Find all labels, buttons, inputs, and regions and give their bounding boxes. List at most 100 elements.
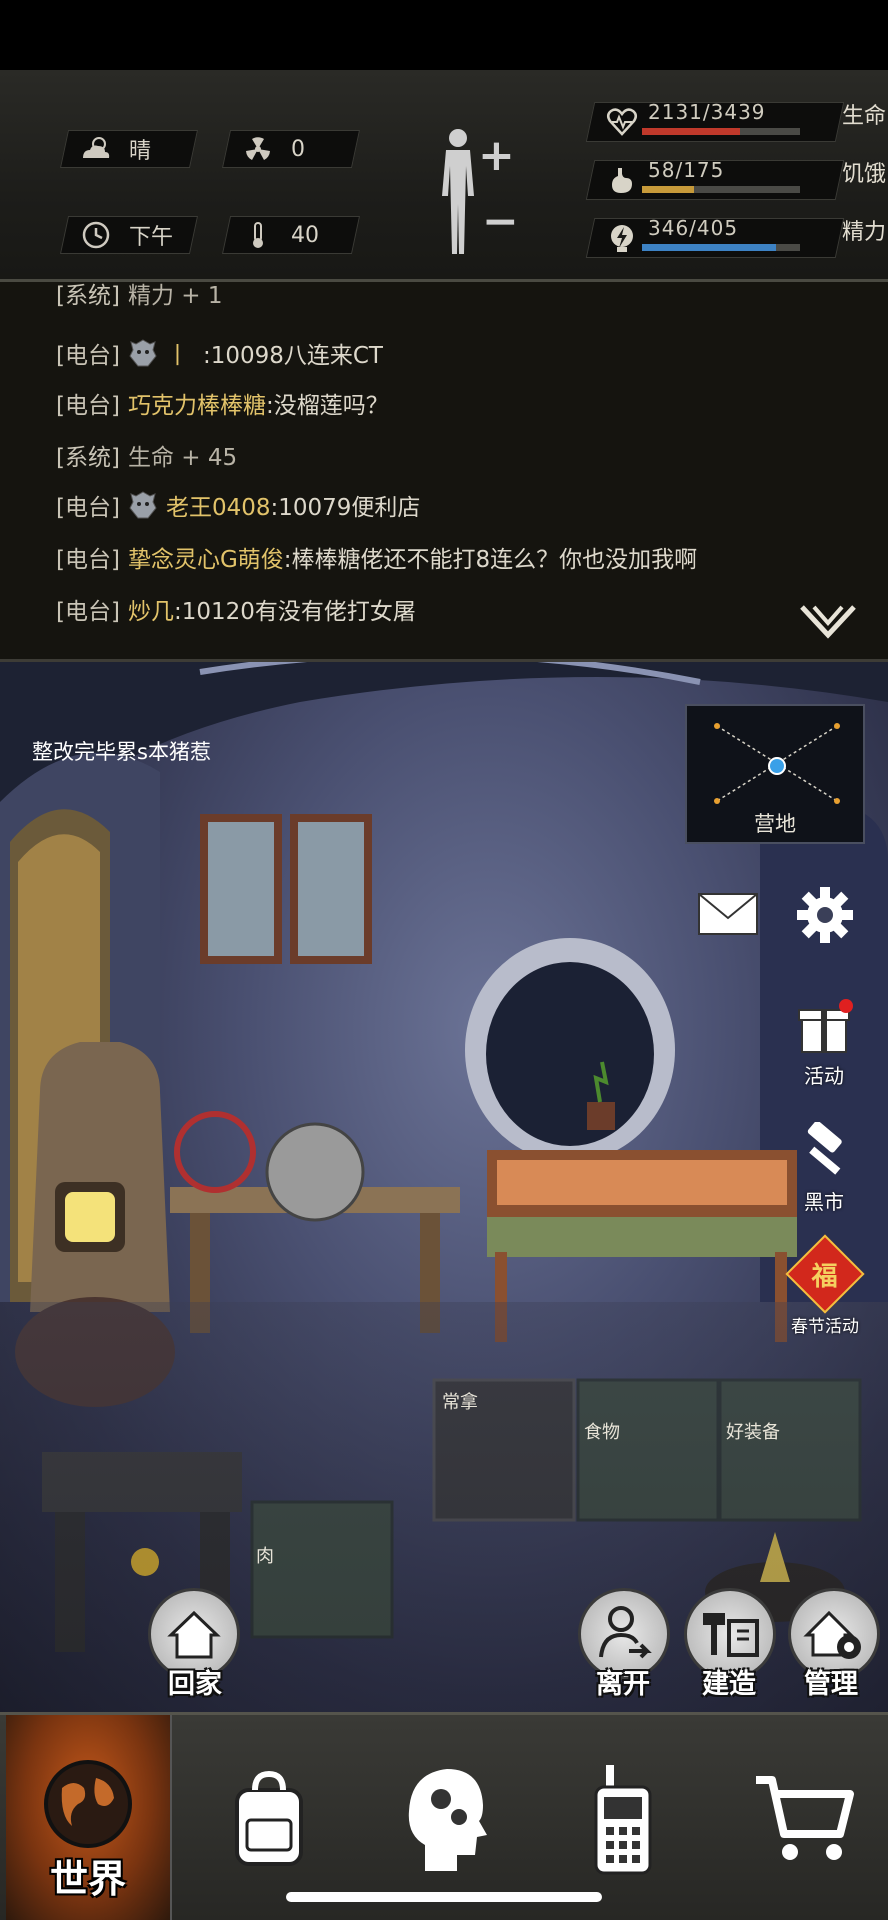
chat-channel-tag: [系统] — [56, 445, 120, 471]
fortune-diamond-icon: 福 — [785, 1234, 865, 1314]
home-label: 回家 — [168, 1669, 222, 1700]
activity-label: 活动 — [804, 1064, 844, 1088]
temperature-cell: 40 — [221, 216, 361, 254]
chat-message: :棒棒糖佬还不能打8连么？你也没加我啊 — [283, 547, 698, 573]
time-of-day-text: 下午 — [129, 225, 174, 250]
chat-log[interactable]: [系统] 精力 + 1 [电台] 丨 :10098八连来CT [电台] 巧克力棒… — [0, 282, 888, 662]
minimap-label: 营地 — [754, 812, 796, 836]
time-cell: 下午 — [59, 216, 199, 254]
chat-message: :没榴莲吗？ — [265, 393, 389, 419]
health-label: 生命 — [841, 104, 886, 129]
build-label: 建造 — [702, 1669, 756, 1700]
nav-world-label: 世界 — [49, 1857, 126, 1901]
hud-panel: 晴 0 下午 40 + − 2131/3439 生命 58/175 饥饿 346… — [0, 70, 888, 282]
walkie-talkie-icon — [594, 1765, 652, 1875]
chat-line: [电台] 炒几 :10120有没有佬打女屠 — [56, 592, 416, 626]
stomach-icon — [612, 168, 632, 193]
hunger-bar — [642, 186, 800, 193]
nav-tab-radio[interactable] — [548, 1715, 698, 1920]
fortune-char: 福 — [811, 1261, 839, 1292]
chat-username[interactable]: 老王0408 — [166, 488, 271, 522]
chat-message: 生命 + 45 — [127, 445, 238, 471]
envelope-icon — [698, 893, 758, 935]
energy-label: 精力 — [841, 220, 886, 245]
thermometer-icon — [253, 222, 263, 248]
hunger-stat: 58/175 饥饿 — [585, 154, 886, 200]
chat-line: [电台] 老王0408 :10079便利店 — [56, 488, 420, 522]
hunger-label: 饥饿 — [841, 162, 886, 187]
chat-username[interactable]: 炒几 — [128, 592, 174, 626]
weather-text: 晴 — [129, 139, 152, 164]
energy-bar — [642, 244, 800, 251]
body-plus-button[interactable]: + — [478, 130, 515, 181]
black-market-label: 黑市 — [804, 1190, 844, 1214]
bottom-nav: 世界 — [0, 1712, 888, 1920]
health-bar — [642, 128, 800, 135]
chat-username[interactable]: 丨 — [166, 336, 189, 370]
chevron-down-icon[interactable] — [798, 601, 858, 641]
chat-channel-tag: [电台] — [56, 343, 120, 369]
temperature-value: 40 — [291, 222, 319, 248]
map-network-icon — [714, 723, 840, 804]
weather-cell: 晴 — [59, 130, 199, 168]
spring-festival-button[interactable]: 福 春节活动 — [785, 1234, 865, 1337]
status-bar — [0, 0, 888, 70]
camp-title: 整改完毕累s本猪惹 — [32, 740, 211, 764]
radiation-icon — [246, 137, 270, 160]
backpack-icon — [235, 1770, 303, 1866]
chat-channel-tag: [电台] — [56, 599, 120, 625]
chat-line: [系统] 精力 + 1 — [56, 282, 222, 310]
chat-message: :10098八连来CT — [202, 343, 383, 369]
energy-value: 346/405 — [648, 216, 739, 240]
chat-username[interactable]: 巧克力棒棒糖 — [128, 386, 266, 420]
activity-button[interactable]: 活动 — [784, 996, 864, 1089]
health-value: 2131/3439 — [648, 100, 766, 124]
chat-line: [电台] 挚念灵心G萌俊 :棒棒糖佬还不能打8连么？你也没加我啊 — [56, 540, 697, 574]
manage-label: 管理 — [804, 1669, 858, 1700]
chat-message: :10079便利店 — [270, 495, 421, 521]
gift-icon — [798, 999, 853, 1053]
wolf-badge-icon — [129, 339, 157, 367]
nav-tab-world[interactable]: 世界 — [6, 1715, 172, 1920]
chat-channel-tag: [电台] — [56, 393, 120, 419]
home-indicator[interactable] — [286, 1892, 602, 1902]
chat-channel-tag: [系统] — [56, 283, 120, 309]
chat-message: :10120有没有佬打女屠 — [173, 599, 416, 625]
cloud-sun-icon — [83, 137, 110, 158]
heart-icon — [607, 108, 637, 136]
hunger-value: 58/175 — [648, 158, 725, 182]
minimap-button[interactable]: 营地 — [685, 704, 865, 844]
nav-tab-shop[interactable] — [730, 1715, 880, 1920]
black-market-button[interactable]: 黑市 — [784, 1120, 864, 1215]
radiation-cell: 0 — [221, 130, 361, 168]
chat-channel-tag: [电台] — [56, 547, 120, 573]
crate-gear-label: 好装备 — [726, 1422, 780, 1443]
camp-scene: 整改完毕累s本猪惹 营地 活动 黑市 福 春节活动 常拿 食物 好装备 肉 回家… — [0, 662, 888, 1712]
crate-meat-label: 肉 — [256, 1546, 274, 1567]
body-minus-button[interactable]: − — [482, 196, 519, 247]
mail-button[interactable] — [688, 884, 768, 948]
settings-button[interactable] — [785, 880, 865, 954]
chat-line: [系统] 生命 + 45 — [56, 438, 237, 472]
leave-label: 离开 — [596, 1669, 650, 1700]
nav-tab-skills[interactable] — [370, 1715, 520, 1920]
chat-channel-tag: [电台] — [56, 495, 120, 521]
head-gears-icon — [408, 1769, 487, 1871]
clock-icon — [82, 221, 110, 249]
nav-tab-backpack[interactable] — [194, 1715, 344, 1920]
gavel-icon — [807, 1120, 842, 1175]
energy-stat: 346/405 精力 — [585, 212, 886, 258]
shopping-cart-icon — [756, 1776, 854, 1860]
health-stat: 2131/3439 生命 — [585, 96, 886, 142]
crate-common-label: 常拿 — [442, 1392, 478, 1413]
energy-icon — [611, 225, 633, 252]
globe-icon — [44, 1760, 132, 1848]
chat-line: [电台] 巧克力棒棒糖 :没榴莲吗？ — [56, 386, 389, 420]
spring-festival-label: 春节活动 — [791, 1317, 859, 1337]
chat-message: 精力 + 1 — [127, 283, 223, 309]
crate-food-label: 食物 — [584, 1422, 620, 1443]
chat-line: [电台] 丨 :10098八连来CT — [56, 336, 383, 370]
wolf-badge-icon — [129, 491, 157, 519]
radiation-value: 0 — [291, 136, 305, 162]
chat-username[interactable]: 挚念灵心G萌俊 — [128, 540, 284, 574]
